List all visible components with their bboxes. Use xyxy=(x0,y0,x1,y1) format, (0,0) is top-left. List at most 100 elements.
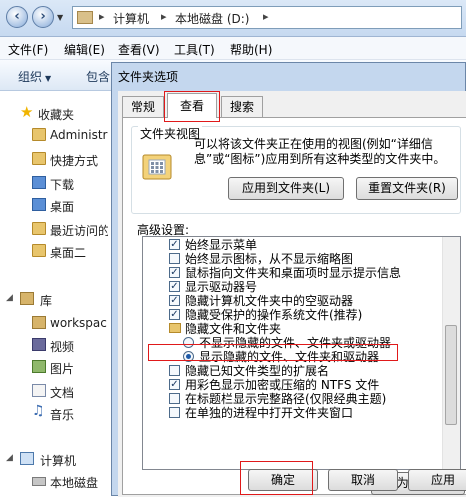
scrollbar[interactable] xyxy=(442,237,460,469)
nav-item-videos[interactable]: 视频 xyxy=(0,335,108,355)
folder-icon xyxy=(32,152,46,165)
apply-to-folders-button[interactable]: 应用到文件夹(L) xyxy=(228,177,344,200)
music-note-icon: ♫ xyxy=(32,403,45,419)
nav-label: 本地磁盘 xyxy=(50,476,99,490)
setting-group-hidden-files: 隐藏文件和文件夹 xyxy=(143,322,443,336)
checkbox[interactable]: ✓ xyxy=(169,267,180,278)
download-folder-icon xyxy=(32,176,46,189)
checkbox[interactable] xyxy=(169,393,180,404)
nav-label: 库 xyxy=(40,294,53,308)
checkbox[interactable] xyxy=(169,253,180,264)
address-field[interactable]: ▸ 计算机 ▸ 本地磁盘 (D:) ▸ xyxy=(72,6,462,29)
nav-label: 收藏夹 xyxy=(38,108,75,122)
breadcrumb-computer[interactable]: 计算机 xyxy=(113,10,149,27)
library-icon xyxy=(20,292,34,305)
video-library-icon xyxy=(32,338,46,351)
menu-bar: 文件(F) 编辑(E) 查看(V) 工具(T) 帮助(H) xyxy=(0,37,466,60)
expand-triangle-icon[interactable]: ◢ xyxy=(6,453,13,463)
setting-label: 始终显示菜单 xyxy=(185,238,258,252)
setting-color-ntfs[interactable]: ✓ 用彩色显示加密或压缩的 NTFS 文件 xyxy=(143,378,443,392)
tab-search[interactable]: 搜索 xyxy=(221,96,263,117)
folder-view-icon xyxy=(142,154,172,180)
chevron-right-icon[interactable]: ▸ xyxy=(263,10,269,23)
nav-label: 桌面二 xyxy=(50,246,87,260)
include-in-library-button[interactable]: 包含 xyxy=(86,68,110,85)
nav-label: 下载 xyxy=(50,178,75,192)
setting-label: 隐藏文件和文件夹 xyxy=(185,322,282,336)
tab-general[interactable]: 常规 xyxy=(122,96,164,117)
nav-computer[interactable]: ◢ 计算机 xyxy=(0,449,108,469)
nav-item-music[interactable]: ♫ 音乐 xyxy=(0,403,108,423)
setting-hide-empty-drives[interactable]: ✓ 隐藏计算机文件夹中的空驱动器 xyxy=(143,294,443,308)
chevron-right-icon[interactable]: ▸ xyxy=(161,10,167,23)
nav-favorites[interactable]: ★ 收藏夹 xyxy=(0,103,108,123)
dialog-title: 文件夹选项 xyxy=(118,70,179,84)
breadcrumb-drive[interactable]: 本地磁盘 (D:) xyxy=(175,10,249,27)
checkbox[interactable]: ✓ xyxy=(169,309,180,320)
checkbox[interactable]: ✓ xyxy=(169,239,180,250)
checkbox[interactable]: ✓ xyxy=(169,379,180,390)
folder-icon xyxy=(32,128,46,141)
nav-label: 图片 xyxy=(50,362,75,376)
setting-hide-extensions[interactable]: 隐藏已知文件类型的扩展名 xyxy=(143,364,443,378)
menu-tools[interactable]: 工具(T) xyxy=(174,41,215,58)
setting-always-show-icons[interactable]: 始终显示图标，从不显示缩略图 xyxy=(143,252,443,266)
back-button[interactable]: ‹ xyxy=(6,6,28,28)
setting-label: 始终显示图标，从不显示缩略图 xyxy=(185,252,354,266)
forward-button[interactable]: › xyxy=(32,6,54,28)
view-tab-panel: 文件夹视图 可以将该文件夹正在使用的视图(例如“详细信息”或“图标”)应用到所有… xyxy=(122,117,466,495)
checkbox[interactable] xyxy=(169,407,180,418)
nav-label: 桌面 xyxy=(50,200,75,214)
nav-libraries[interactable]: ◢ 库 xyxy=(0,289,108,309)
folder-icon xyxy=(77,11,93,24)
nav-label: workspac xyxy=(50,316,107,330)
folder-views-description: 可以将该文件夹正在使用的视图(例如“详细信息”或“图标”)应用到所有这种类型的文… xyxy=(194,137,446,166)
nav-item-desktop2[interactable]: 桌面二 xyxy=(0,241,108,261)
nav-item-documents[interactable]: 文档 xyxy=(0,381,108,401)
nav-item-recent[interactable]: 最近访问的 xyxy=(0,219,108,239)
star-icon: ★ xyxy=(20,103,34,121)
nav-item-local-disk[interactable]: 本地磁盘 xyxy=(0,471,108,491)
nav-item-pictures[interactable]: 图片 xyxy=(0,357,108,377)
recent-pages-dropdown-icon[interactable]: ▼ xyxy=(57,13,63,22)
expand-triangle-icon[interactable]: ◢ xyxy=(6,293,13,303)
nav-item-downloads[interactable]: 下载 xyxy=(0,173,108,193)
setting-show-drive-letters[interactable]: ✓ 显示驱动器号 xyxy=(143,280,443,294)
documents-library-icon xyxy=(32,384,46,397)
scrollbar-thumb[interactable] xyxy=(445,325,457,425)
folder-icon xyxy=(169,323,181,333)
nav-label: 文档 xyxy=(50,386,75,400)
setting-separate-process[interactable]: 在单独的进程中打开文件夹窗口 xyxy=(143,406,443,420)
annotation-highlight-box xyxy=(164,91,220,122)
desktop-icon xyxy=(32,198,46,211)
setting-always-show-menus[interactable]: ✓ 始终显示菜单 xyxy=(143,238,443,252)
chevron-right-icon[interactable]: ▸ xyxy=(99,10,105,23)
apply-button[interactable]: 应用 xyxy=(408,469,466,491)
pictures-library-icon xyxy=(32,360,46,373)
checkbox[interactable]: ✓ xyxy=(169,295,180,306)
checkbox[interactable]: ✓ xyxy=(169,281,180,292)
nav-label: 音乐 xyxy=(50,408,75,422)
folder-options-dialog: 文件夹选项 常规 查看 搜索 文件夹视图 可以将该文件夹正在使用的视图(例如“详… xyxy=(111,62,466,497)
menu-help[interactable]: 帮助(H) xyxy=(230,41,272,58)
nav-item-administrator[interactable]: Administr xyxy=(0,125,108,145)
setting-label: 显示驱动器号 xyxy=(185,280,258,294)
annotation-highlight-box xyxy=(148,344,398,361)
nav-label: 快捷方式 xyxy=(50,154,99,168)
checkbox[interactable] xyxy=(169,365,180,376)
nav-label: 视频 xyxy=(50,340,75,354)
menu-view[interactable]: 查看(V) xyxy=(118,41,160,58)
menu-file[interactable]: 文件(F) xyxy=(8,41,48,58)
cancel-button[interactable]: 取消 xyxy=(328,469,398,491)
reset-folders-button[interactable]: 重置文件夹(R) xyxy=(356,177,458,200)
nav-item-workspace[interactable]: workspac xyxy=(0,313,108,333)
setting-hide-protected-os-files[interactable]: ✓ 隐藏受保护的操作系统文件(推荐) xyxy=(143,308,443,322)
folder-views-label: 文件夹视图 xyxy=(138,125,203,142)
organize-button[interactable]: 组织 ▼ xyxy=(18,68,51,85)
setting-show-popup-description[interactable]: ✓ 鼠标指向文件夹和桌面项时显示提示信息 xyxy=(143,266,443,280)
setting-full-path-titlebar[interactable]: 在标题栏显示完整路径(仅限经典主题) xyxy=(143,392,443,406)
nav-item-shortcuts[interactable]: 快捷方式 xyxy=(0,149,108,169)
menu-edit[interactable]: 编辑(E) xyxy=(64,41,105,58)
annotation-highlight-box xyxy=(240,461,313,495)
nav-item-desktop[interactable]: 桌面 xyxy=(0,195,108,215)
